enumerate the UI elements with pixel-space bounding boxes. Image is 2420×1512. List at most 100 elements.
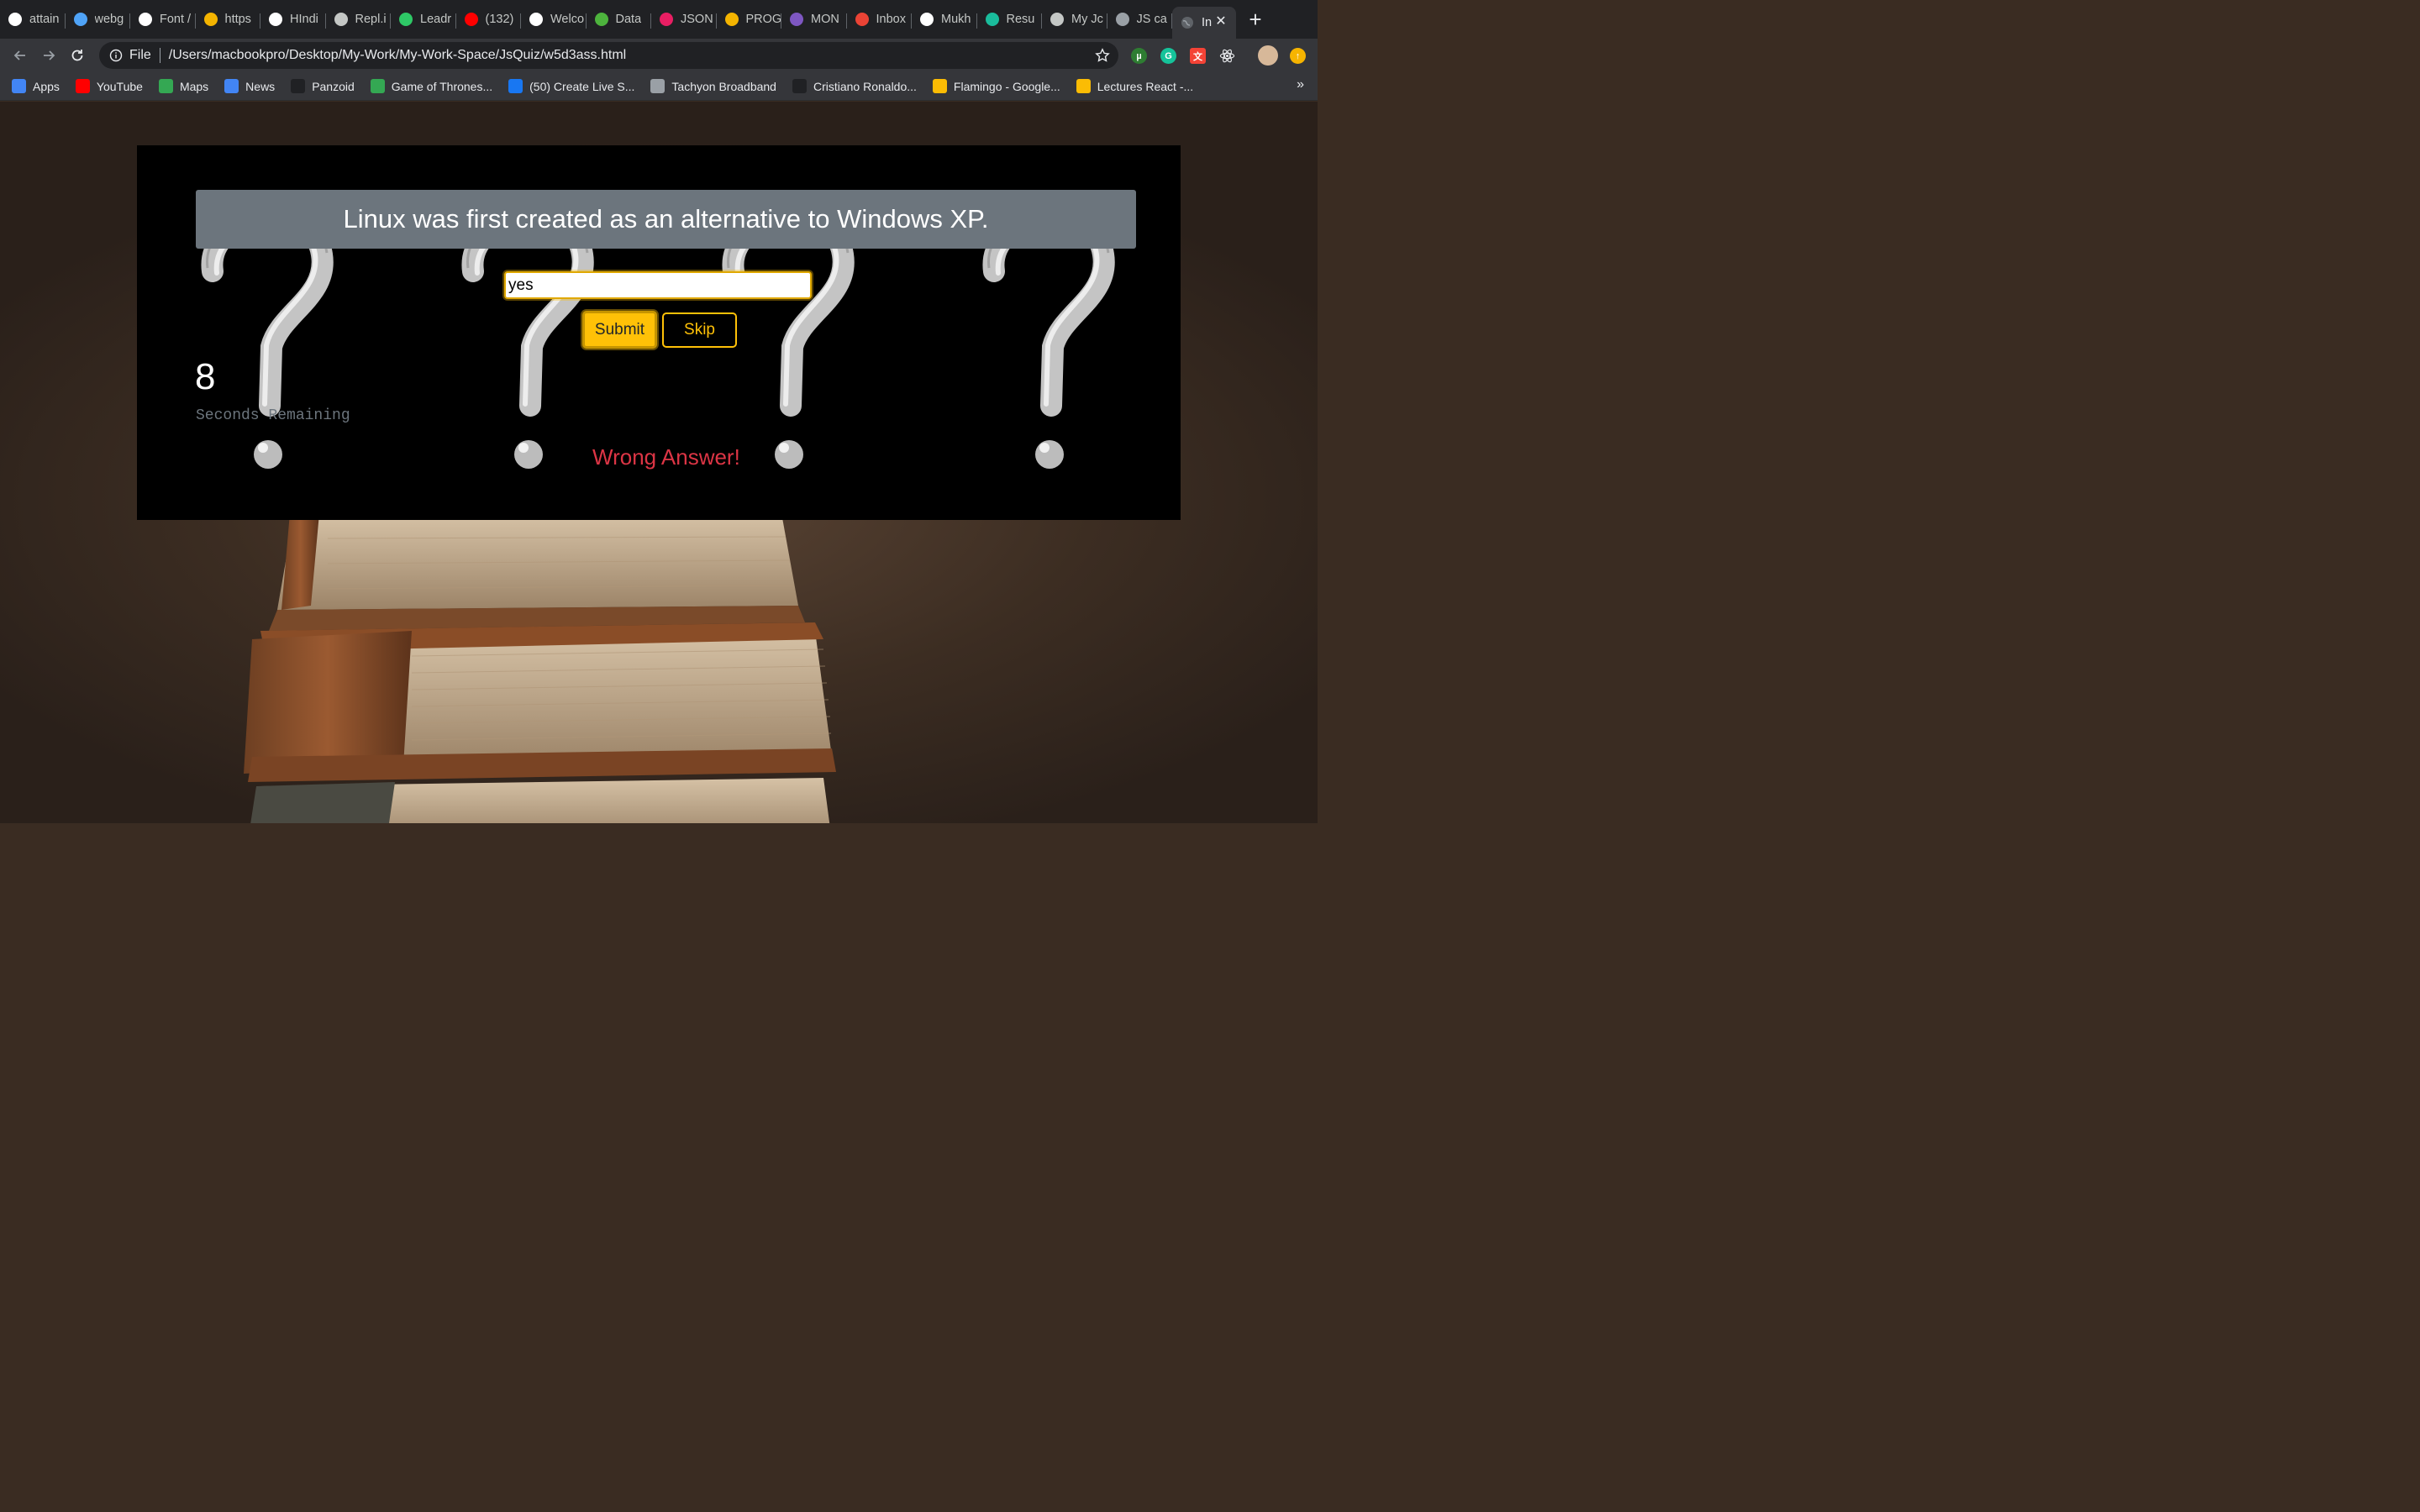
react-devtools-icon[interactable] <box>1219 48 1235 64</box>
tab-label: Font / <box>160 13 192 26</box>
bookmark-label: Apps <box>33 79 60 93</box>
books-background-image <box>244 513 836 823</box>
grammarly-extension-icon[interactable]: G <box>1160 48 1176 64</box>
maps-pin-icon <box>158 79 173 93</box>
tab-label: Inbox <box>876 13 906 26</box>
play-circle-icon <box>370 79 385 93</box>
bookmark-item[interactable]: Tachyon Broadband <box>650 75 776 98</box>
question-mark-icon <box>728 213 848 469</box>
bookmark-item[interactable]: News <box>224 75 275 98</box>
reload-button[interactable] <box>63 41 92 70</box>
tab-label: Welco <box>550 13 585 26</box>
globe-icon <box>1181 16 1194 29</box>
tab[interactable]: Leadr <box>391 0 456 39</box>
bookmark-label: Maps <box>179 79 209 93</box>
bookmark-item[interactable]: (50) Create Live S... <box>508 75 634 98</box>
skip-button[interactable]: Skip <box>662 312 737 348</box>
tab[interactable]: My Jc <box>1042 0 1107 39</box>
new-tab-button[interactable]: + <box>1236 0 1275 39</box>
question-mark-icon <box>988 213 1108 469</box>
bookmark-item[interactable]: Cristiano Ronaldo... <box>792 75 917 98</box>
bookmark-item[interactable]: Panzoid <box>291 75 355 98</box>
answer-input[interactable] <box>504 271 812 299</box>
bookmark-label: Lectures React -... <box>1097 79 1194 93</box>
tab[interactable]: JSON <box>651 0 717 39</box>
hackerrank-icon <box>399 13 413 26</box>
tab[interactable]: webg <box>66 0 131 39</box>
google-drive-icon <box>1076 79 1091 93</box>
utorrent-extension-icon[interactable]: µ <box>1131 48 1147 64</box>
infinity-icon <box>985 13 999 26</box>
stack-icon <box>203 13 218 26</box>
tab-label: In <box>1202 16 1213 29</box>
timer-label: Seconds Remaining <box>196 407 350 424</box>
tab[interactable]: (132) <box>456 0 522 39</box>
bookmark-label: Tachyon Broadband <box>671 79 776 93</box>
forward-arrow-icon <box>44 50 55 60</box>
tab-label: JSON <box>681 13 713 26</box>
bookmark-star-icon[interactable] <box>1095 48 1110 63</box>
tab-label: MON <box>811 13 839 26</box>
bookmark-label: Panzoid <box>312 79 355 93</box>
film-icon <box>269 13 282 26</box>
bookmark-item[interactable]: YouTube <box>75 75 143 98</box>
bookmark-item[interactable]: Lectures React -... <box>1076 75 1193 98</box>
tab[interactable]: Inbox <box>847 0 913 39</box>
quiz-card: Linux was first created as an alternativ… <box>137 145 1181 520</box>
tab[interactable]: MON <box>781 0 847 39</box>
reload-icon <box>71 50 83 61</box>
google-news-icon <box>224 79 239 93</box>
bookmark-item[interactable]: Game of Thrones... <box>370 75 492 98</box>
tab-list: attain webg Font / https HIndi Repl.i Leadr (13… <box>0 0 1172 39</box>
bookmark-list: Apps YouTube Maps News Panzoid Game of Throne… <box>12 75 1209 98</box>
tab[interactable]: Font / <box>130 0 196 39</box>
back-arrow-icon <box>13 50 25 60</box>
tab[interactable]: attain <box>0 0 66 39</box>
profile-avatar[interactable] <box>1258 45 1278 66</box>
bookmark-item[interactable]: Maps <box>158 75 209 98</box>
tab-close-icon[interactable]: ✕ <box>1214 15 1228 29</box>
panzoid-icon <box>291 79 306 93</box>
bookmark-label: Cristiano Ronaldo... <box>813 79 917 93</box>
google-drive-icon <box>932 79 947 93</box>
browser-toolbar: File /Users/macbookpro/Desktop/My-Work/M… <box>0 39 1318 72</box>
answer-feedback: Wrong Answer! <box>592 444 740 470</box>
tab[interactable]: Data <box>587 0 652 39</box>
gmail-icon <box>855 13 869 26</box>
tab-label: webg <box>94 13 124 26</box>
flag-icon <box>139 13 152 26</box>
tab[interactable]: Mukh <box>912 0 977 39</box>
tab-label: PROG <box>745 13 782 26</box>
tab-label: JS ca <box>1136 13 1167 26</box>
forward-button[interactable] <box>34 41 63 70</box>
page-viewport: Linux was first created as an alternativ… <box>0 102 1318 823</box>
hand-icon <box>724 13 739 26</box>
replit-icon <box>334 13 348 26</box>
tab-strip: attain webg Font / https HIndi Repl.i Leadr (13… <box>0 0 1318 39</box>
tab[interactable]: PROG <box>717 0 782 39</box>
tab[interactable]: JS ca <box>1107 0 1173 39</box>
update-icon[interactable]: ↑ <box>1290 48 1306 64</box>
translate-extension-icon[interactable]: 文 <box>1190 48 1206 64</box>
bookmark-item[interactable]: Flamingo - Google... <box>932 75 1060 98</box>
bookmark-item[interactable]: Apps <box>12 75 60 98</box>
tab-label: https <box>224 13 251 26</box>
back-button[interactable] <box>6 41 34 70</box>
tab[interactable]: Welco <box>521 0 587 39</box>
outlook-icon <box>529 13 543 26</box>
github-icon <box>8 13 22 26</box>
tab[interactable]: HIndi <box>260 0 326 39</box>
bookmark-label: YouTube <box>96 79 143 93</box>
submit-button[interactable]: Submit <box>582 311 657 349</box>
bookmarks-overflow-button[interactable]: » <box>1297 77 1304 92</box>
tab-active[interactable]: In ✕ <box>1172 7 1236 39</box>
tab-label: Resu <box>1006 13 1035 26</box>
url-text[interactable]: /Users/macbookpro/Desktop/My-Work/My-Wor… <box>169 48 626 63</box>
info-icon[interactable] <box>109 49 123 62</box>
tab[interactable]: Resu <box>977 0 1043 39</box>
tab[interactable]: https <box>196 0 261 39</box>
tab[interactable]: Repl.i <box>326 0 392 39</box>
facebook-icon <box>508 79 523 93</box>
youtube-icon <box>75 79 90 93</box>
address-bar[interactable]: File /Users/macbookpro/Desktop/My-Work/M… <box>99 42 1118 69</box>
